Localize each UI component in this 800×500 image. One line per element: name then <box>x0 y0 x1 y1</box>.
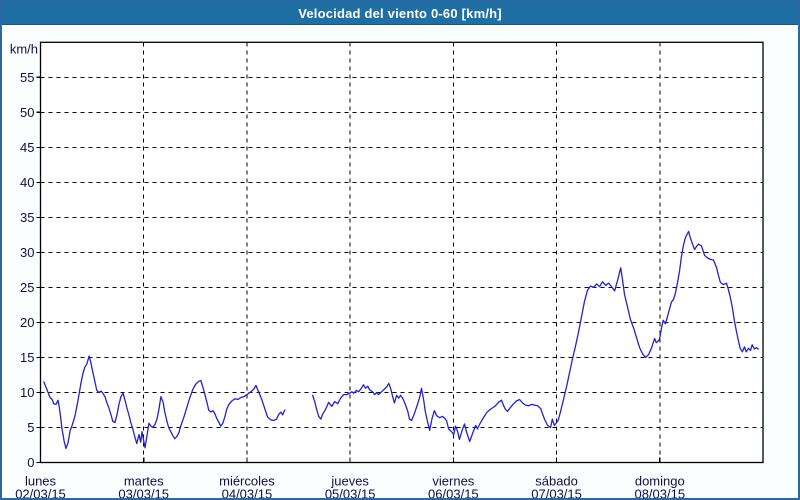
y-axis-unit-label: km/h <box>10 42 38 57</box>
y-tick-label: 20 <box>20 315 34 330</box>
y-tick-label: 10 <box>20 385 34 400</box>
y-tick-label: 35 <box>20 210 34 225</box>
chart-window: Velocidad del viento 0-60 [km/h] 0510152… <box>0 0 800 500</box>
x-day-date-label: 05/03/15 <box>325 487 376 500</box>
x-day-date-label: 02/03/15 <box>15 487 66 500</box>
y-tick-label: 25 <box>20 280 34 295</box>
y-tick-label: 45 <box>20 140 34 155</box>
x-day-date-label: 07/03/15 <box>531 487 582 500</box>
y-tick-label: 5 <box>27 420 34 435</box>
y-tick-label: 0 <box>27 455 34 470</box>
x-day-date-label: 08/03/15 <box>634 487 685 500</box>
y-tick-label: 30 <box>20 245 34 260</box>
x-day-date-label: 03/03/15 <box>118 487 169 500</box>
wind-speed-chart: 0510152025303540455055km/hlunes02/03/15m… <box>2 2 800 500</box>
x-day-date-label: 06/03/15 <box>428 487 479 500</box>
x-day-date-label: 04/03/15 <box>222 487 273 500</box>
y-tick-label: 40 <box>20 175 34 190</box>
y-tick-label: 50 <box>20 105 34 120</box>
y-tick-label: 55 <box>20 70 34 85</box>
y-tick-label: 15 <box>20 350 34 365</box>
